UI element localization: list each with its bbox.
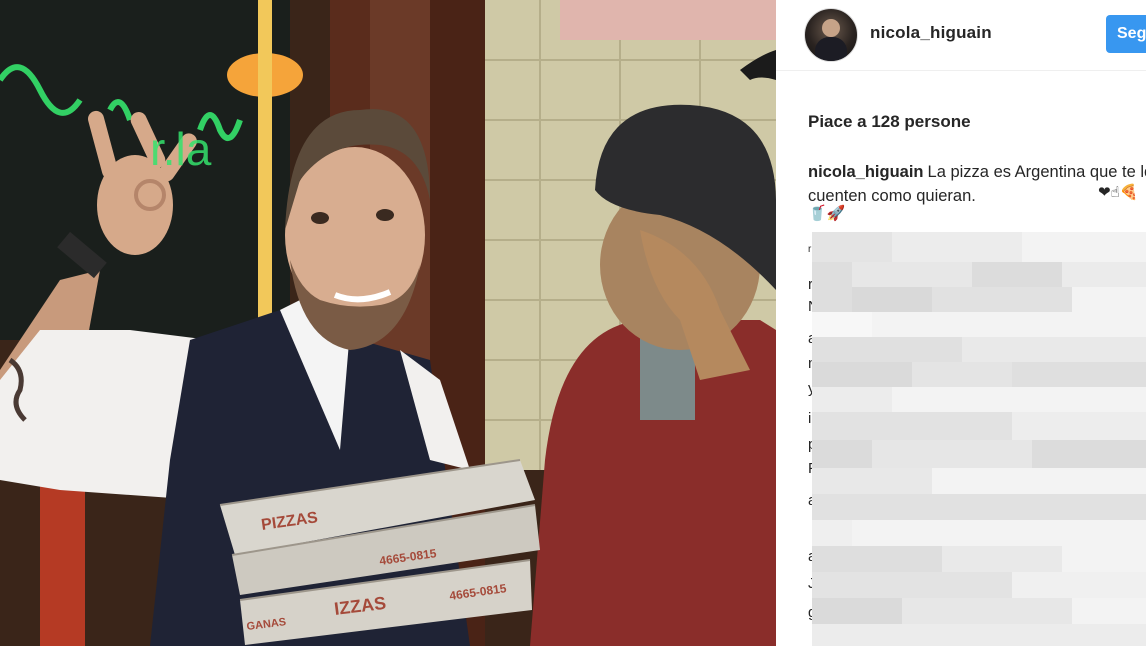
photo-illustration: PIZZAS 4665-0815 IZZAS 4665-0815 GANAS r… bbox=[0, 0, 776, 646]
follow-button[interactable]: Seg bbox=[1106, 15, 1146, 53]
post-details-panel: nicola_higuain Seg Piace a 128 persone n… bbox=[776, 0, 1146, 646]
blurred-comments bbox=[812, 232, 1146, 646]
likes-count[interactable]: Piace a 128 persone bbox=[808, 112, 971, 132]
caption-emoji-line2: 🥤🚀 bbox=[808, 205, 846, 222]
avatar[interactable] bbox=[804, 8, 858, 62]
avatar-body bbox=[815, 37, 847, 61]
post-header: nicola_higuain Seg bbox=[776, 0, 1146, 71]
neon-sign-text: r.la bbox=[150, 123, 212, 175]
avatar-head bbox=[822, 19, 840, 37]
comment-initial: r bbox=[808, 244, 812, 255]
caption-emoji: ❤☝🍕 bbox=[1098, 184, 1139, 201]
caption-username[interactable]: nicola_higuain bbox=[808, 163, 924, 181]
username-link[interactable]: nicola_higuain bbox=[870, 23, 992, 43]
post-caption: nicola_higuain La pizza es Argentina que … bbox=[808, 160, 1146, 208]
post-photo[interactable]: PIZZAS 4665-0815 IZZAS 4665-0815 GANAS r… bbox=[0, 0, 776, 646]
comment-initial: i bbox=[808, 410, 812, 427]
